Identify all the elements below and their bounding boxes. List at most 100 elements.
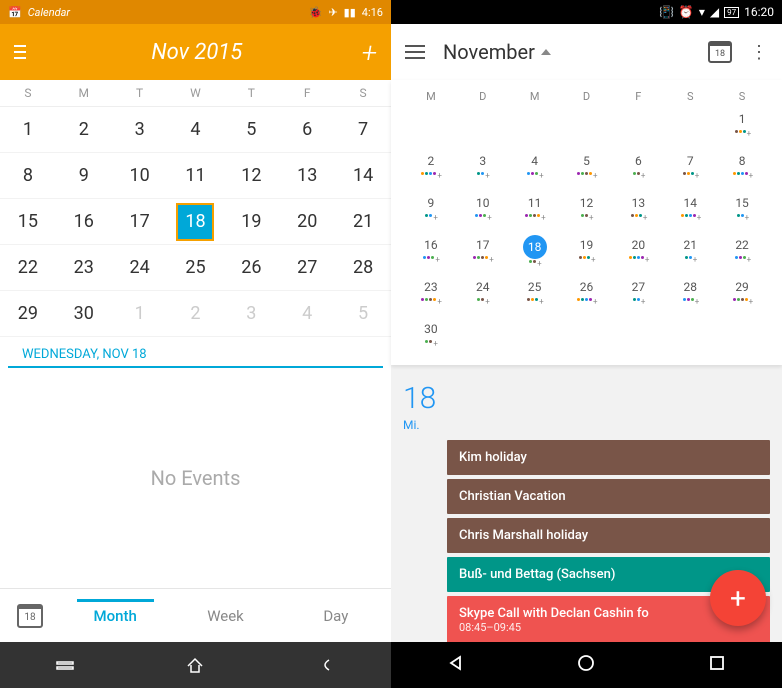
- vibrate-icon: 📳: [659, 5, 674, 19]
- day-cell[interactable]: 23: [56, 245, 112, 291]
- event-item[interactable]: Kim holiday: [447, 440, 770, 475]
- header-title[interactable]: Nov 2015: [32, 40, 362, 65]
- back-button[interactable]: [315, 654, 337, 676]
- day-cell[interactable]: 15: [0, 199, 56, 245]
- day-cell[interactable]: 28+: [664, 277, 716, 313]
- bug-icon: 🐞: [309, 6, 323, 19]
- day-cell[interactable]: 14+: [664, 193, 716, 229]
- day-cell[interactable]: 23+: [405, 277, 457, 313]
- day-cell[interactable]: 5: [223, 107, 279, 153]
- day-cell[interactable]: 8: [0, 153, 56, 199]
- app-header: Nov 2015 +: [0, 24, 391, 80]
- day-cell[interactable]: 26: [223, 245, 279, 291]
- day-cell[interactable]: 25+: [509, 277, 561, 313]
- dow-cell: M: [509, 90, 561, 103]
- day-cell[interactable]: 22+: [716, 235, 768, 271]
- day-cell[interactable]: 1: [112, 291, 168, 337]
- day-cell[interactable]: 24+: [457, 277, 509, 313]
- day-cell[interactable]: 18: [168, 199, 224, 245]
- day-cell[interactable]: 10: [112, 153, 168, 199]
- tab-day[interactable]: Day: [281, 607, 391, 625]
- event-item[interactable]: Christian Vacation: [447, 479, 770, 514]
- day-cell[interactable]: 18+: [509, 235, 561, 271]
- day-cell[interactable]: 5: [335, 291, 391, 337]
- day-cell[interactable]: 2: [56, 107, 112, 153]
- day-cell[interactable]: 3+: [457, 151, 509, 187]
- dow-cell: T: [112, 86, 168, 100]
- day-cell[interactable]: 14: [335, 153, 391, 199]
- add-event-fab[interactable]: +: [710, 570, 766, 626]
- day-cell[interactable]: 11: [168, 153, 224, 199]
- calendar-app-icon: 📅: [8, 6, 22, 19]
- day-cell[interactable]: 6+: [612, 151, 664, 187]
- recent-apps-button[interactable]: [54, 654, 76, 676]
- day-cell[interactable]: 3: [223, 291, 279, 337]
- dow-cell: S: [0, 86, 56, 100]
- day-cell[interactable]: 27: [279, 245, 335, 291]
- day-cell[interactable]: 9+: [405, 193, 457, 229]
- day-cell[interactable]: 17: [112, 199, 168, 245]
- menu-icon[interactable]: [405, 45, 425, 59]
- recent-apps-button[interactable]: [706, 652, 728, 678]
- day-cell[interactable]: 4: [279, 291, 335, 337]
- day-cell[interactable]: 19+: [561, 235, 613, 271]
- day-cell[interactable]: 29+: [716, 277, 768, 313]
- day-cell[interactable]: 27+: [612, 277, 664, 313]
- day-cell[interactable]: 30: [56, 291, 112, 337]
- tab-week[interactable]: Week: [170, 607, 280, 625]
- day-cell[interactable]: 21+: [664, 235, 716, 271]
- day-cell[interactable]: 8+: [716, 151, 768, 187]
- home-button[interactable]: [184, 654, 206, 676]
- dow-cell: S: [716, 90, 768, 103]
- day-cell[interactable]: 30+: [405, 319, 457, 355]
- back-button[interactable]: [445, 652, 467, 678]
- day-cell[interactable]: 19: [223, 199, 279, 245]
- day-cell[interactable]: 20: [279, 199, 335, 245]
- day-cell[interactable]: 9: [56, 153, 112, 199]
- day-cell[interactable]: 28: [335, 245, 391, 291]
- menu-icon[interactable]: [14, 45, 32, 59]
- day-cell[interactable]: 20+: [612, 235, 664, 271]
- day-cell[interactable]: 3: [112, 107, 168, 153]
- day-cell[interactable]: 1: [0, 107, 56, 153]
- day-cell[interactable]: 2+: [405, 151, 457, 187]
- overflow-menu-icon[interactable]: ⋮: [750, 42, 768, 63]
- day-cell[interactable]: 13: [279, 153, 335, 199]
- day-cell[interactable]: 22: [0, 245, 56, 291]
- day-cell[interactable]: 29: [0, 291, 56, 337]
- day-cell[interactable]: 4: [168, 107, 224, 153]
- day-cell[interactable]: 10+: [457, 193, 509, 229]
- day-cell[interactable]: 6: [279, 107, 335, 153]
- app-header: November 18 ⋮: [391, 24, 782, 80]
- day-cell[interactable]: 11+: [509, 193, 561, 229]
- day-cell[interactable]: 7: [335, 107, 391, 153]
- day-cell[interactable]: 1+: [716, 109, 768, 145]
- day-cell[interactable]: 5+: [561, 151, 613, 187]
- day-cell[interactable]: 7+: [664, 151, 716, 187]
- no-events-label: No Events: [0, 368, 391, 588]
- event-item[interactable]: Chris Marshall holiday: [447, 518, 770, 553]
- day-cell[interactable]: 24: [112, 245, 168, 291]
- tab-month[interactable]: Month: [60, 607, 170, 625]
- day-cell[interactable]: 2: [168, 291, 224, 337]
- status-time: 4:16: [362, 6, 383, 19]
- day-cell[interactable]: 4+: [509, 151, 561, 187]
- header-title[interactable]: November: [443, 40, 690, 64]
- add-event-button[interactable]: +: [362, 36, 377, 69]
- today-button[interactable]: 18: [0, 604, 60, 628]
- home-button[interactable]: [575, 652, 597, 678]
- android-navbar: [0, 642, 391, 688]
- today-button[interactable]: 18: [708, 41, 732, 63]
- status-bar: 📳 ⏰ ▾ ◢ 97 16:20: [391, 0, 782, 24]
- day-cell[interactable]: 17+: [457, 235, 509, 271]
- day-cell[interactable]: 26+: [561, 277, 613, 313]
- alarm-icon: ⏰: [679, 5, 694, 19]
- day-cell[interactable]: 12+: [561, 193, 613, 229]
- day-cell[interactable]: 13+: [612, 193, 664, 229]
- day-cell[interactable]: 21: [335, 199, 391, 245]
- day-cell[interactable]: 15+: [716, 193, 768, 229]
- day-cell[interactable]: 12: [223, 153, 279, 199]
- day-cell[interactable]: 25: [168, 245, 224, 291]
- day-cell[interactable]: 16: [56, 199, 112, 245]
- day-cell[interactable]: 16+: [405, 235, 457, 271]
